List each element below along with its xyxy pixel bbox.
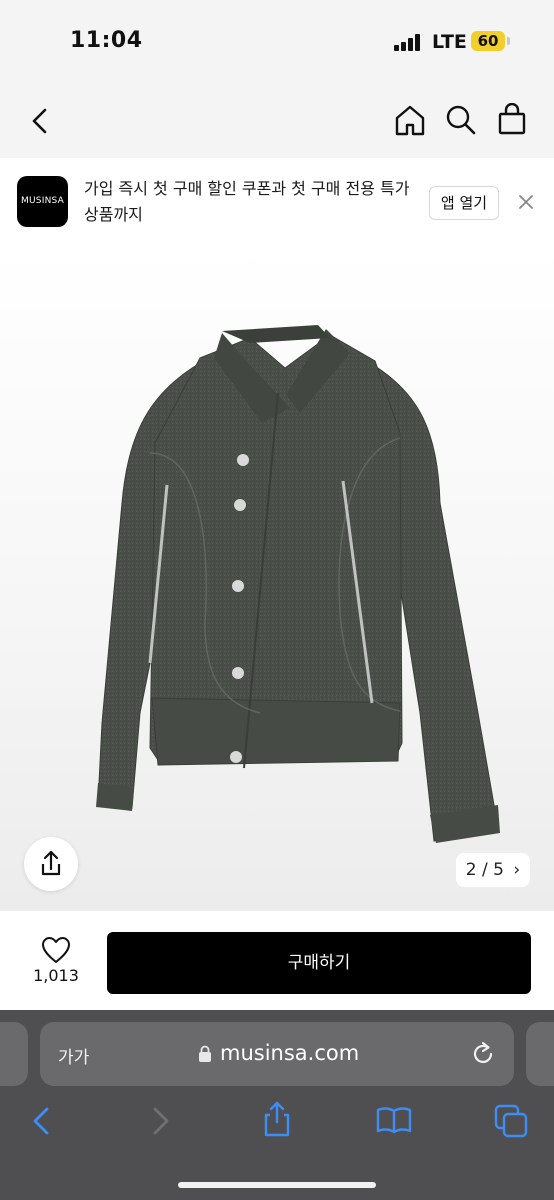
next-tab-edge[interactable] (526, 1022, 554, 1086)
battery-tip (507, 37, 510, 45)
top-nav (0, 86, 554, 159)
banner-text: 가입 즉시 첫 구매 할인 쿠폰과 첫 구매 전용 특가 상품까지 (84, 179, 410, 224)
url-text[interactable]: musinsa.com (220, 1041, 359, 1065)
image-counter[interactable]: 2 / 5 › (456, 853, 530, 887)
browser-back-icon[interactable] (30, 1106, 54, 1136)
jacket-image (96, 325, 500, 843)
like-count: 1,013 (33, 966, 79, 985)
text-size-button[interactable]: 가가 (58, 1043, 89, 1068)
bag-icon[interactable] (497, 103, 527, 135)
home-icon[interactable] (394, 104, 426, 136)
chevron-right-icon: › (513, 860, 521, 880)
heart-icon[interactable] (41, 936, 71, 964)
signal-icon (394, 34, 420, 51)
previous-tab-edge[interactable] (0, 1022, 28, 1086)
share-icon (41, 850, 61, 876)
browser-share-icon[interactable] (262, 1100, 292, 1138)
close-icon[interactable] (516, 192, 536, 212)
tabs-icon[interactable] (494, 1104, 528, 1138)
share-button[interactable] (24, 837, 78, 891)
open-app-button[interactable]: 앱 열기 (429, 186, 499, 220)
battery-level: 60 (471, 31, 505, 51)
home-indicator (178, 1182, 376, 1188)
lock-icon (199, 1045, 211, 1062)
product-image[interactable] (0, 243, 554, 910)
network-type: LTE (432, 31, 467, 53)
browser-forward-icon[interactable] (148, 1106, 172, 1136)
status-time: 11:04 (70, 28, 143, 53)
bookmarks-icon[interactable] (376, 1106, 412, 1134)
search-icon[interactable] (445, 104, 477, 136)
image-counter-text: 2 / 5 (465, 860, 504, 880)
reload-icon[interactable] (470, 1040, 496, 1068)
musinsa-logo: MUSINSA (17, 176, 68, 227)
chevron-left-icon[interactable] (28, 106, 52, 136)
buy-button[interactable]: 구매하기 (107, 932, 531, 994)
